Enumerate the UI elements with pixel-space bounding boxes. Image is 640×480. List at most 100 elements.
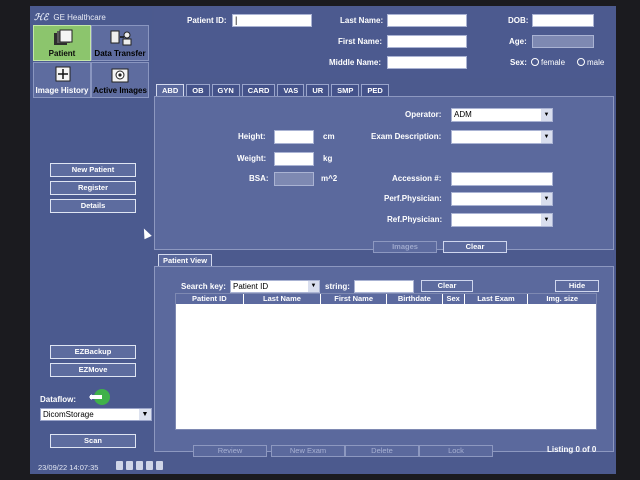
ezmove-button[interactable]: EZMove [50, 363, 136, 377]
exam-category-tabs: ABD OB GYN CARD VAS UR SMP PED [156, 84, 389, 96]
ultrasound-screen: ℋℰ GE Healthcare Patient Data Transfer I… [30, 6, 616, 474]
column-patient-id[interactable]: Patient ID [176, 294, 244, 304]
usb-icon [116, 461, 123, 470]
last-name-label: Last Name: [340, 16, 384, 25]
middle-name-input[interactable] [387, 56, 467, 69]
last-name-input[interactable] [387, 14, 467, 27]
tab-smp[interactable]: SMP [331, 84, 360, 96]
dataflow-select[interactable]: DicomStorage ▼ [40, 408, 152, 421]
new-exam-button[interactable]: New Exam [271, 445, 345, 457]
tile-patient[interactable]: Patient [33, 25, 91, 61]
operator-select[interactable]: ADM ▼ [451, 108, 553, 122]
exam-details-panel: Height: cm Weight: kg BSA: m^2 Operator:… [154, 96, 614, 253]
tab-ob[interactable]: OB [186, 84, 210, 96]
ge-monogram: ℋℰ [34, 11, 49, 22]
new-patient-button[interactable]: New Patient [50, 163, 136, 177]
tab-gyn[interactable]: GYN [211, 84, 240, 96]
chevron-down-icon: ▼ [541, 214, 552, 226]
tab-abd[interactable]: ABD [156, 84, 185, 96]
column-birthdate[interactable]: Birthdate [387, 294, 443, 304]
column-sex[interactable]: Sex [443, 294, 465, 304]
images-button[interactable]: Images [373, 241, 437, 253]
chevron-down-icon: ▼ [541, 131, 552, 143]
dataflow-label: Dataflow: [40, 395, 76, 404]
ge-logo: ℋℰ GE Healthcare [34, 10, 106, 24]
hide-button[interactable]: Hide [555, 280, 599, 292]
sex-male-radio[interactable] [577, 58, 585, 66]
dob-input[interactable] [532, 14, 594, 27]
tile-label: Active Images [93, 86, 147, 95]
chevron-down-icon: ▼ [541, 193, 552, 205]
column-img-size[interactable]: Img. size [528, 294, 596, 304]
bsa-label: BSA: [249, 174, 269, 183]
patient-id-input[interactable]: | [232, 14, 312, 27]
column-first-name[interactable]: First Name [321, 294, 387, 304]
tab-card[interactable]: CARD [241, 84, 276, 96]
exam-description-select[interactable]: ▼ [451, 130, 553, 144]
operator-label: Operator: [405, 110, 442, 119]
network-icon [126, 461, 133, 470]
weight-unit: kg [323, 154, 333, 163]
status-datetime: 23/09/22 14:07:35 [38, 463, 99, 472]
middle-name-label: Middle Name: [329, 58, 382, 67]
left-nav-panel: ℋℰ GE Healthcare Patient Data Transfer I… [30, 6, 163, 474]
ezbackup-button[interactable]: EZBackup [50, 345, 136, 359]
dataflow-value: DicomStorage [43, 410, 94, 419]
search-clear-button[interactable]: Clear [421, 280, 473, 292]
details-button[interactable]: Details [50, 199, 136, 213]
listing-count: Listing 0 of 0 [547, 445, 597, 454]
accession-label: Accession #: [392, 174, 442, 183]
tile-label: Patient [48, 49, 76, 58]
column-last-name[interactable]: Last Name [244, 294, 322, 304]
tile-image-history[interactable]: Image History [33, 62, 91, 98]
weight-input[interactable] [274, 152, 314, 166]
exam-clear-button[interactable]: Clear [443, 241, 507, 253]
image-history-icon [55, 66, 71, 82]
printer-icon [136, 461, 143, 470]
chevron-down-icon: ▼ [541, 109, 552, 121]
patient-id-label: Patient ID: [187, 16, 227, 25]
patient-header: Patient ID: | Last Name: First Name: Mid… [154, 8, 616, 78]
patient-view-panel: Search key: Patient ID ▼ string: Clear H… [154, 266, 614, 457]
sex-label: Sex: [510, 58, 527, 67]
accession-input[interactable] [451, 172, 553, 186]
height-label: Height: [238, 132, 266, 141]
tile-label: Image History [35, 86, 89, 95]
patient-list-table[interactable]: Patient ID Last Name First Name Birthdat… [175, 293, 597, 430]
review-button[interactable]: Review [193, 445, 267, 457]
tile-data-transfer[interactable]: Data Transfer [91, 25, 149, 61]
exam-description-label: Exam Description: [371, 132, 442, 141]
search-key-select[interactable]: Patient ID ▼ [230, 280, 320, 293]
height-input[interactable] [274, 130, 314, 144]
lock-button[interactable]: Lock [419, 445, 493, 457]
first-name-input[interactable] [387, 35, 467, 48]
register-button[interactable]: Register [50, 181, 136, 195]
tab-ur[interactable]: UR [306, 84, 330, 96]
string-label: string: [325, 282, 350, 291]
tab-patient-view[interactable]: Patient View [158, 254, 213, 266]
table-header: Patient ID Last Name First Name Birthdat… [176, 294, 596, 304]
patient-folder-icon [54, 29, 73, 45]
bsa-unit: m^2 [321, 174, 338, 183]
sex-female-radio[interactable] [531, 58, 539, 66]
tab-ped[interactable]: PED [361, 84, 389, 96]
search-string-input[interactable] [354, 280, 414, 293]
operator-value: ADM [454, 110, 472, 119]
ref-physician-select[interactable]: ▼ [451, 213, 553, 227]
age-label: Age: [509, 37, 527, 46]
tile-active-images[interactable]: Active Images [91, 62, 149, 98]
active-images-icon [111, 68, 129, 83]
delete-button[interactable]: Delete [345, 445, 419, 457]
disk-icon [146, 461, 153, 470]
scan-button[interactable]: Scan [50, 434, 136, 448]
column-last-exam[interactable]: Last Exam [465, 294, 529, 304]
age-field [532, 35, 594, 48]
brand-name: GE Healthcare [53, 12, 106, 22]
status-icons [116, 461, 163, 470]
power-icon [156, 461, 163, 470]
weight-label: Weight: [237, 154, 267, 163]
tile-label: Data Transfer [94, 49, 146, 58]
perf-physician-select[interactable]: ▼ [451, 192, 553, 206]
tab-vas[interactable]: VAS [277, 84, 305, 96]
chevron-down-icon: ▼ [139, 409, 151, 420]
